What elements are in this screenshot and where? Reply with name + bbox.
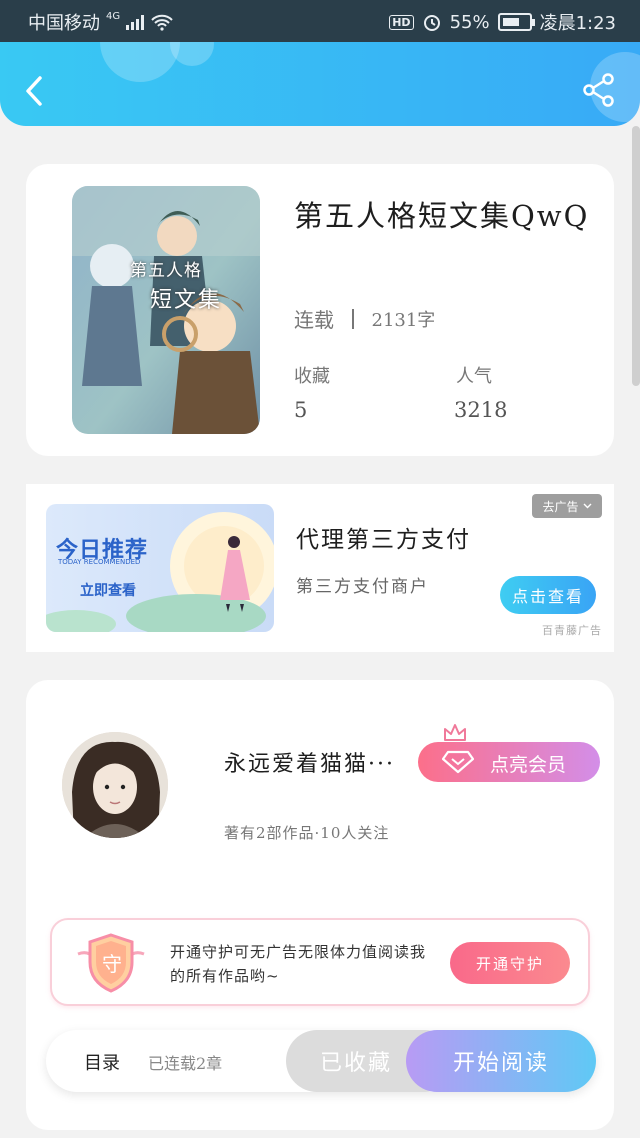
author-avatar[interactable] <box>62 732 168 838</box>
table-of-contents-link[interactable]: 目录 <box>84 1049 120 1075</box>
ad-banner[interactable]: 今日推荐 TODAY RECOMMENDED 立即查看 <box>46 504 274 632</box>
cover-title-line1: 第五人格 <box>130 261 202 281</box>
top-header <box>0 42 640 126</box>
carrier-name: 中国移动 <box>28 13 100 34</box>
chapter-count: 已连载2章 <box>148 1054 223 1073</box>
status-bar: 中国移动 4G HD 55% 凌晨1:23 <box>0 0 640 42</box>
book-title: 第五人格短文集QwQ <box>294 199 590 233</box>
diamond-icon <box>442 750 474 774</box>
favorites-label: 收藏 <box>294 366 330 387</box>
ad-source: 百青藤广告 <box>542 624 602 637</box>
ad-banner-subtitle: TODAY RECOMMENDED <box>58 558 141 566</box>
word-count: 2131字 <box>371 309 436 331</box>
network-type: 4G <box>106 10 121 22</box>
crown-icon <box>444 724 466 741</box>
chevron-down-icon <box>583 503 591 509</box>
start-reading-button[interactable]: 开始阅读 <box>406 1030 596 1092</box>
remove-ad-button[interactable]: 去广告 <box>532 494 602 518</box>
wifi-icon <box>151 14 173 31</box>
author-stats: 著有2部作品·10人关注 <box>224 824 390 842</box>
guardian-promo: 守 开通守护可无广告无限体力值阅读我的所有作品哟~ 开通守护 <box>50 918 590 1006</box>
page-scrollbar[interactable] <box>632 126 640 386</box>
hd-badge: HD <box>389 14 414 30</box>
activate-guardian-button[interactable]: 开通守护 <box>450 942 570 984</box>
popularity-value: 3218 <box>454 398 508 422</box>
book-info-card: 第五人格 短文集 第五人格短文集QwQ 连载 2131字 收藏 人气 5 321… <box>26 164 614 456</box>
bottom-action-bar: 目录 已连载2章 已收藏 开始阅读 <box>46 1030 596 1092</box>
alarm-icon <box>423 15 440 31</box>
author-name[interactable]: 永远爱着猫猫··· <box>224 746 395 778</box>
ad-subtitle: 第三方支付商户 <box>296 577 429 597</box>
book-status: 连载 <box>294 308 334 332</box>
ad-card[interactable]: 今日推荐 TODAY RECOMMENDED 立即查看 去广告 代理第三方支付 … <box>26 484 614 652</box>
guardian-text: 开通守护可无广告无限体力值阅读我的所有作品哟~ <box>170 943 427 985</box>
ad-banner-cta[interactable]: 立即查看 <box>80 580 136 600</box>
chevron-left-icon[interactable] <box>22 74 48 108</box>
ad-title: 代理第三方支付 <box>296 527 471 553</box>
book-meta: 连载 2131字 <box>294 304 435 333</box>
guard-badge: 守 <box>102 952 122 976</box>
activate-vip-label: 点亮会员 <box>490 754 567 776</box>
book-cover[interactable]: 第五人格 短文集 <box>72 186 260 434</box>
activate-vip-button[interactable]: 点亮会员 <box>418 742 600 782</box>
signal-icon <box>126 14 145 30</box>
favorites-value: 5 <box>294 398 308 422</box>
ad-view-button[interactable]: 点击查看 <box>500 576 596 614</box>
share-icon[interactable] <box>582 72 616 108</box>
remove-ad-label: 去广告 <box>542 499 579 514</box>
battery-percent: 55% <box>449 11 490 33</box>
battery-icon <box>497 13 535 31</box>
meta-divider <box>352 308 354 329</box>
popularity-label: 人气 <box>456 366 492 387</box>
cover-title-line2: 短文集 <box>150 288 223 313</box>
clock: 凌晨1:23 <box>539 13 616 34</box>
